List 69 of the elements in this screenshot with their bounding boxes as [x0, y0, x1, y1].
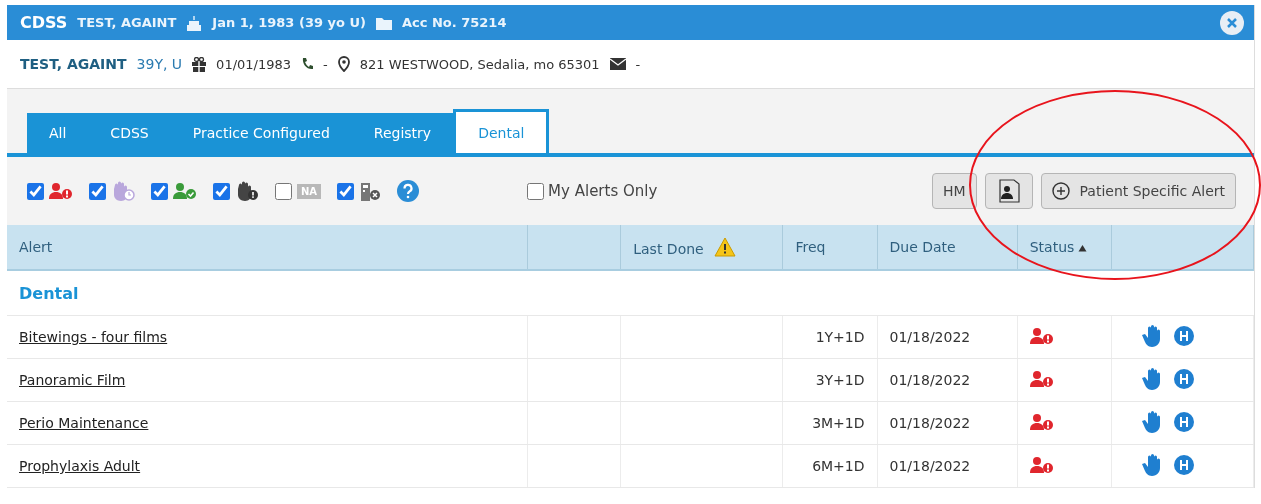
folder-icon [375, 15, 392, 30]
app-title: CDSS [20, 13, 68, 32]
person-check-icon [173, 183, 197, 199]
alert-link[interactable]: Bitewings - four films [19, 329, 168, 345]
patient-name: TEST, AGAINT [20, 56, 127, 72]
frequency: 6M+1D [812, 458, 865, 474]
close-button[interactable] [1220, 10, 1244, 35]
gift-icon [192, 56, 207, 72]
filter-checkbox[interactable] [213, 182, 230, 200]
birth-date: 01/01/1983 [216, 56, 292, 72]
filter-checkbox[interactable] [275, 182, 292, 200]
account-number: Acc No. 75214 [401, 15, 507, 30]
due-date: 01/18/2022 [889, 372, 971, 388]
due-date: 01/18/2022 [889, 415, 971, 431]
age-sex: 39Y, U [136, 56, 183, 72]
history-icon[interactable] [1173, 325, 1194, 346]
person-alert-icon [1029, 327, 1054, 344]
my-alerts-checkbox[interactable] [527, 182, 545, 200]
filter-checkbox[interactable] [337, 182, 355, 200]
alert-link[interactable]: Panoramic Film [19, 372, 126, 388]
filter-checkbox[interactable] [151, 182, 168, 200]
tab[interactable]: Dental [453, 109, 550, 153]
phone-icon [301, 57, 314, 71]
plus-circle-icon [1051, 182, 1070, 200]
frequency: 1Y+1D [815, 329, 865, 345]
hand-clock-icon [111, 181, 135, 201]
email: - [635, 56, 641, 72]
column-header[interactable] [1111, 225, 1254, 270]
column-header[interactable]: Due Date [877, 225, 1018, 270]
history-icon[interactable] [1173, 368, 1194, 389]
na-badge: NA [297, 183, 322, 199]
building-x-icon [359, 181, 382, 201]
frequency: 3M+1D [812, 415, 865, 431]
person-alert-icon [49, 183, 73, 199]
filter-checkbox[interactable] [27, 182, 44, 200]
patient-document-button[interactable] [984, 173, 1033, 209]
tab[interactable]: All [27, 113, 89, 153]
column-header[interactable]: Alert [7, 225, 528, 270]
close-icon [1226, 16, 1238, 29]
person-alert-icon [1029, 456, 1054, 473]
help-icon[interactable] [397, 180, 420, 202]
column-header[interactable]: Last Done [620, 225, 783, 270]
due-date: 01/18/2022 [889, 458, 971, 474]
birth-date: Jan 1, 1983 (39 yo U) [212, 15, 366, 30]
person-alert-icon [1029, 413, 1054, 430]
tab[interactable]: CDSS [88, 113, 171, 153]
history-icon[interactable] [1173, 411, 1194, 432]
hm-button[interactable]: HM [931, 173, 977, 209]
phone-number: - [323, 56, 328, 72]
frequency: 3Y+1D [815, 372, 865, 388]
map-pin-icon [337, 56, 350, 72]
alert-link[interactable]: Perio Maintenance [19, 415, 149, 431]
tab[interactable]: Registry [351, 113, 454, 153]
alert-link[interactable]: Prophylaxis Adult [19, 458, 141, 474]
history-icon[interactable] [1173, 454, 1194, 475]
cake-icon [186, 14, 203, 31]
filter-checkbox[interactable] [89, 182, 106, 200]
tab[interactable]: Practice Configured [170, 113, 352, 153]
my-alerts-label: My Alerts Only [548, 182, 658, 200]
address: 821 WESTWOOD, Sedalia, mo 65301 [359, 56, 600, 72]
hand-alert-icon [235, 181, 259, 201]
column-header[interactable]: Freq [782, 225, 878, 270]
patient-name: TEST, AGAINT [77, 15, 177, 30]
due-date: 01/18/2022 [889, 329, 971, 345]
column-header[interactable]: Status [1017, 225, 1112, 270]
group-heading: Dental [7, 270, 1254, 316]
envelope-icon [609, 58, 626, 70]
patient-specific-alert-button[interactable]: Patient Specific Alert [1040, 173, 1236, 209]
person-alert-icon [1029, 370, 1054, 387]
